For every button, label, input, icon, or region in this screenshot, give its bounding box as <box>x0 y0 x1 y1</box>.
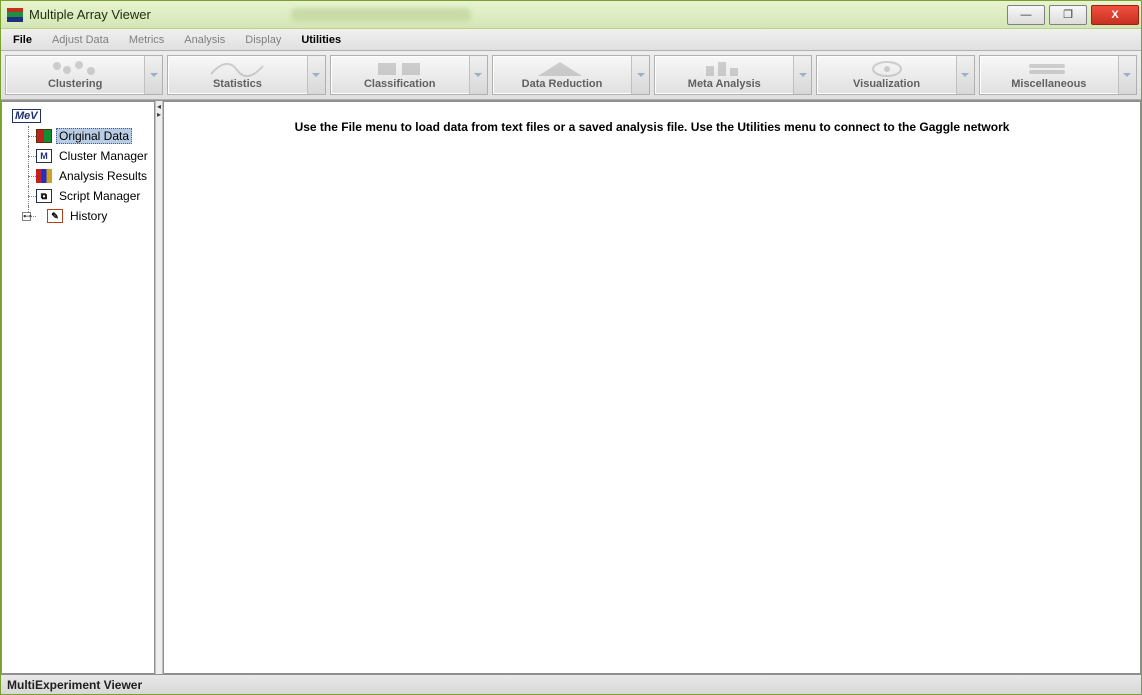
maximize-button[interactable]: ❐ <box>1049 5 1087 25</box>
toolbar-miscellaneous-dropdown[interactable] <box>1118 56 1136 94</box>
meta-analysis-icon <box>694 60 754 78</box>
toolbar-statistics-dropdown[interactable] <box>307 56 325 94</box>
toolbar-clustering-dropdown[interactable] <box>144 56 162 94</box>
toolbar-visualization-dropdown[interactable] <box>956 56 974 94</box>
tree-node-script-manager[interactable]: ⧉ Script Manager <box>4 186 152 206</box>
toolbar-visualization-label: Visualization <box>853 78 920 90</box>
splitter-handle[interactable]: ◂ ▸ <box>155 101 163 674</box>
welcome-message: Use the File menu to load data from text… <box>295 120 1010 134</box>
tree-node-label: Original Data <box>56 128 132 144</box>
toolbar-meta-analysis-label: Meta Analysis <box>688 78 761 90</box>
menu-adjust-data[interactable]: Adjust Data <box>44 32 117 48</box>
tree-node-label: History <box>67 208 110 224</box>
tree-node-label: Analysis Results <box>56 168 150 184</box>
toolbar-classification-label: Classification <box>364 78 436 90</box>
main-content-panel: Use the File menu to load data from text… <box>163 101 1141 674</box>
menu-bar: File Adjust Data Metrics Analysis Displa… <box>1 29 1141 51</box>
toolbar-data-reduction-label: Data Reduction <box>522 78 603 90</box>
analysis-results-icon <box>36 169 52 183</box>
toolbar-miscellaneous[interactable]: Miscellaneous <box>979 55 1137 95</box>
toolbar-statistics-label: Statistics <box>213 78 262 90</box>
tree-root[interactable]: MeV <box>4 106 152 126</box>
application-window: Multiple Array Viewer — ❐ X File Adjust … <box>0 0 1142 695</box>
toolbar-clustering[interactable]: Clustering <box>5 55 163 95</box>
navigator-tree-panel: MeV Original Data M Cluster Manager Anal… <box>1 101 155 674</box>
tree-node-label: Cluster Manager <box>56 148 151 164</box>
data-reduction-icon <box>532 60 592 78</box>
toolbar-statistics[interactable]: Statistics <box>167 55 325 95</box>
menu-display[interactable]: Display <box>237 32 289 48</box>
menu-utilities[interactable]: Utilities <box>293 32 349 48</box>
history-icon: ✎ <box>47 209 63 223</box>
toolbar: Clustering Statistics Classification <box>1 51 1141 100</box>
miscellaneous-icon <box>1019 60 1079 78</box>
tree-node-cluster-manager[interactable]: M Cluster Manager <box>4 146 152 166</box>
menu-file[interactable]: File <box>5 32 40 48</box>
splitter-right-arrow-icon: ▸ <box>157 111 161 119</box>
close-button[interactable]: X <box>1091 5 1139 25</box>
navigator-tree: MeV Original Data M Cluster Manager Anal… <box>2 102 154 230</box>
content-area: MeV Original Data M Cluster Manager Anal… <box>1 100 1141 674</box>
toolbar-clustering-label: Clustering <box>48 78 102 90</box>
toolbar-miscellaneous-label: Miscellaneous <box>1011 78 1086 90</box>
menu-metrics[interactable]: Metrics <box>121 32 172 48</box>
status-bar: MultiExperiment Viewer <box>1 674 1141 694</box>
classification-icon <box>370 60 430 78</box>
tree-node-history[interactable]: ⊷ ✎ History <box>4 206 152 226</box>
clustering-icon <box>45 60 105 78</box>
tree-node-label: Script Manager <box>56 188 143 204</box>
mev-root-icon: MeV <box>12 109 41 123</box>
toolbar-data-reduction-dropdown[interactable] <box>631 56 649 94</box>
app-icon <box>7 8 23 22</box>
tree-node-original-data[interactable]: Original Data <box>4 126 152 146</box>
window-title: Multiple Array Viewer <box>29 7 151 22</box>
toolbar-visualization[interactable]: Visualization <box>816 55 974 95</box>
toolbar-meta-analysis-dropdown[interactable] <box>793 56 811 94</box>
expand-toggle-icon[interactable]: ⊷ <box>22 212 31 221</box>
toolbar-classification-dropdown[interactable] <box>469 56 487 94</box>
original-data-icon <box>36 129 52 143</box>
toolbar-data-reduction[interactable]: Data Reduction <box>492 55 650 95</box>
tree-node-analysis-results[interactable]: Analysis Results <box>4 166 152 186</box>
window-controls: — ❐ X <box>1003 5 1139 25</box>
status-text: MultiExperiment Viewer <box>7 678 142 692</box>
title-bar[interactable]: Multiple Array Viewer — ❐ X <box>1 1 1141 29</box>
statistics-icon <box>207 60 267 78</box>
minimize-button[interactable]: — <box>1007 5 1045 25</box>
script-manager-icon: ⧉ <box>36 189 52 203</box>
menu-analysis[interactable]: Analysis <box>176 32 233 48</box>
cluster-manager-icon: M <box>36 149 52 163</box>
visualization-icon <box>857 60 917 78</box>
toolbar-classification[interactable]: Classification <box>330 55 488 95</box>
titlebar-blur-region <box>291 8 471 22</box>
toolbar-meta-analysis[interactable]: Meta Analysis <box>654 55 812 95</box>
